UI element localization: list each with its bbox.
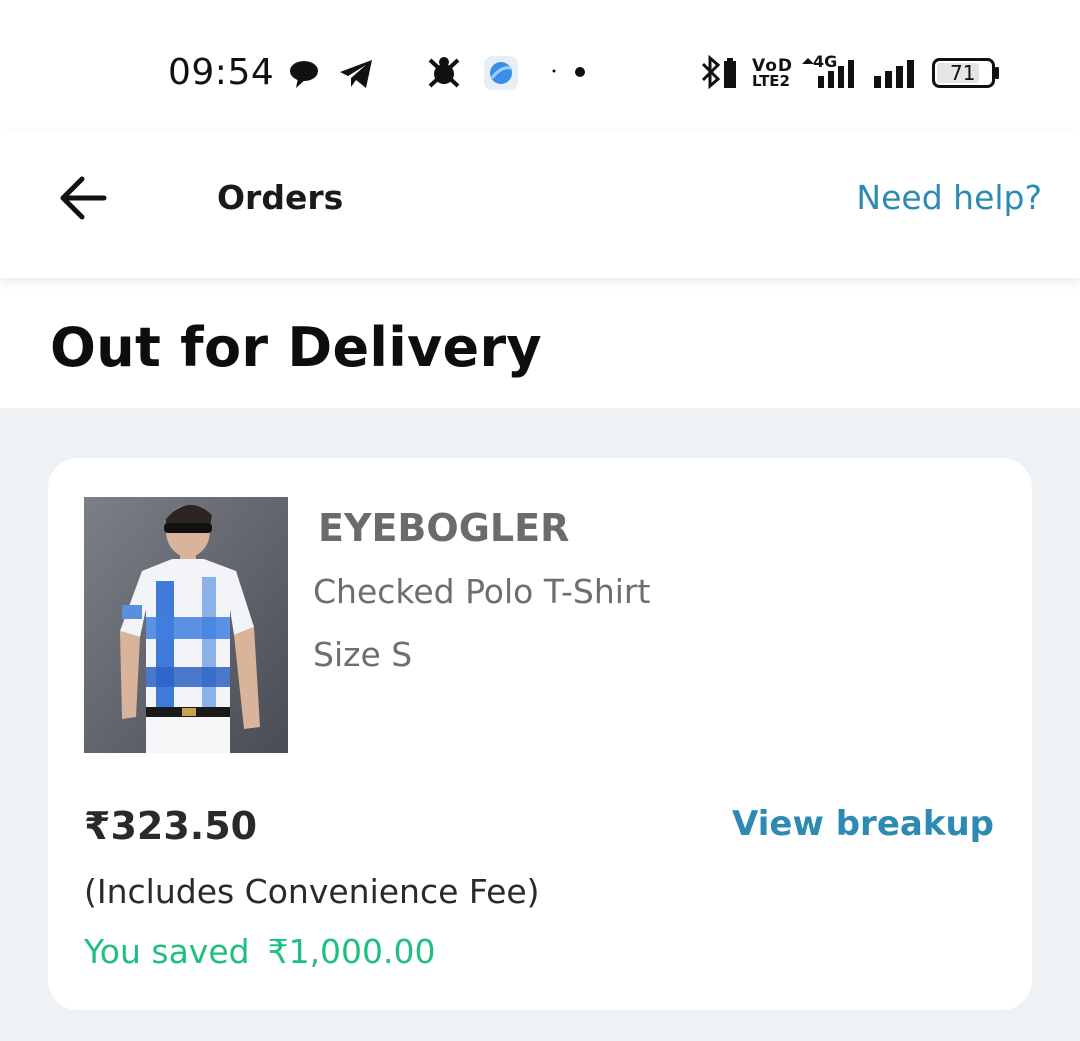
chat-bubble-icon [290,61,318,88]
order-price: ₹323.50 [84,804,258,848]
signal-icon [802,58,854,88]
need-help-link[interactable]: Need help? [856,178,1042,217]
app-header: Orders Need help? [0,130,1080,278]
product-brand: EYEBOGLER [318,506,570,550]
app-orb-icon [484,56,518,90]
signal-icon [874,60,914,88]
telegram-icon [340,60,372,88]
delivery-status-section: Out for Delivery [0,278,1080,408]
savings-amount: ₹1,000.00 [267,932,436,971]
bluetooth-icon [701,54,721,90]
arrow-left-icon[interactable] [56,168,116,228]
carrier-label: LTE2 [752,72,790,90]
savings-line: You saved ₹1,000.00 [84,932,454,971]
dots-icon [552,67,585,77]
delivery-status-heading: Out for Delivery [50,316,542,379]
bug-app-icon [428,57,460,88]
battery-small-icon [724,58,736,88]
product-image[interactable] [84,497,288,753]
status-time: 09:54 [168,52,275,93]
page-title: Orders [217,178,344,217]
view-breakup-link[interactable]: View breakup [732,804,994,844]
convenience-fee-note: (Includes Convenience Fee) [84,872,540,911]
status-bar: 09:54 VoD LTE2 4G 71 [0,0,1080,130]
savings-label: You saved [84,932,250,971]
product-size: Size S [313,635,413,674]
product-name[interactable]: Checked Polo T-Shirt [313,572,650,611]
battery-level: 71 [950,61,976,85]
order-card: EYEBOGLER Checked Polo T-Shirt Size S ₹3… [48,458,1032,1010]
